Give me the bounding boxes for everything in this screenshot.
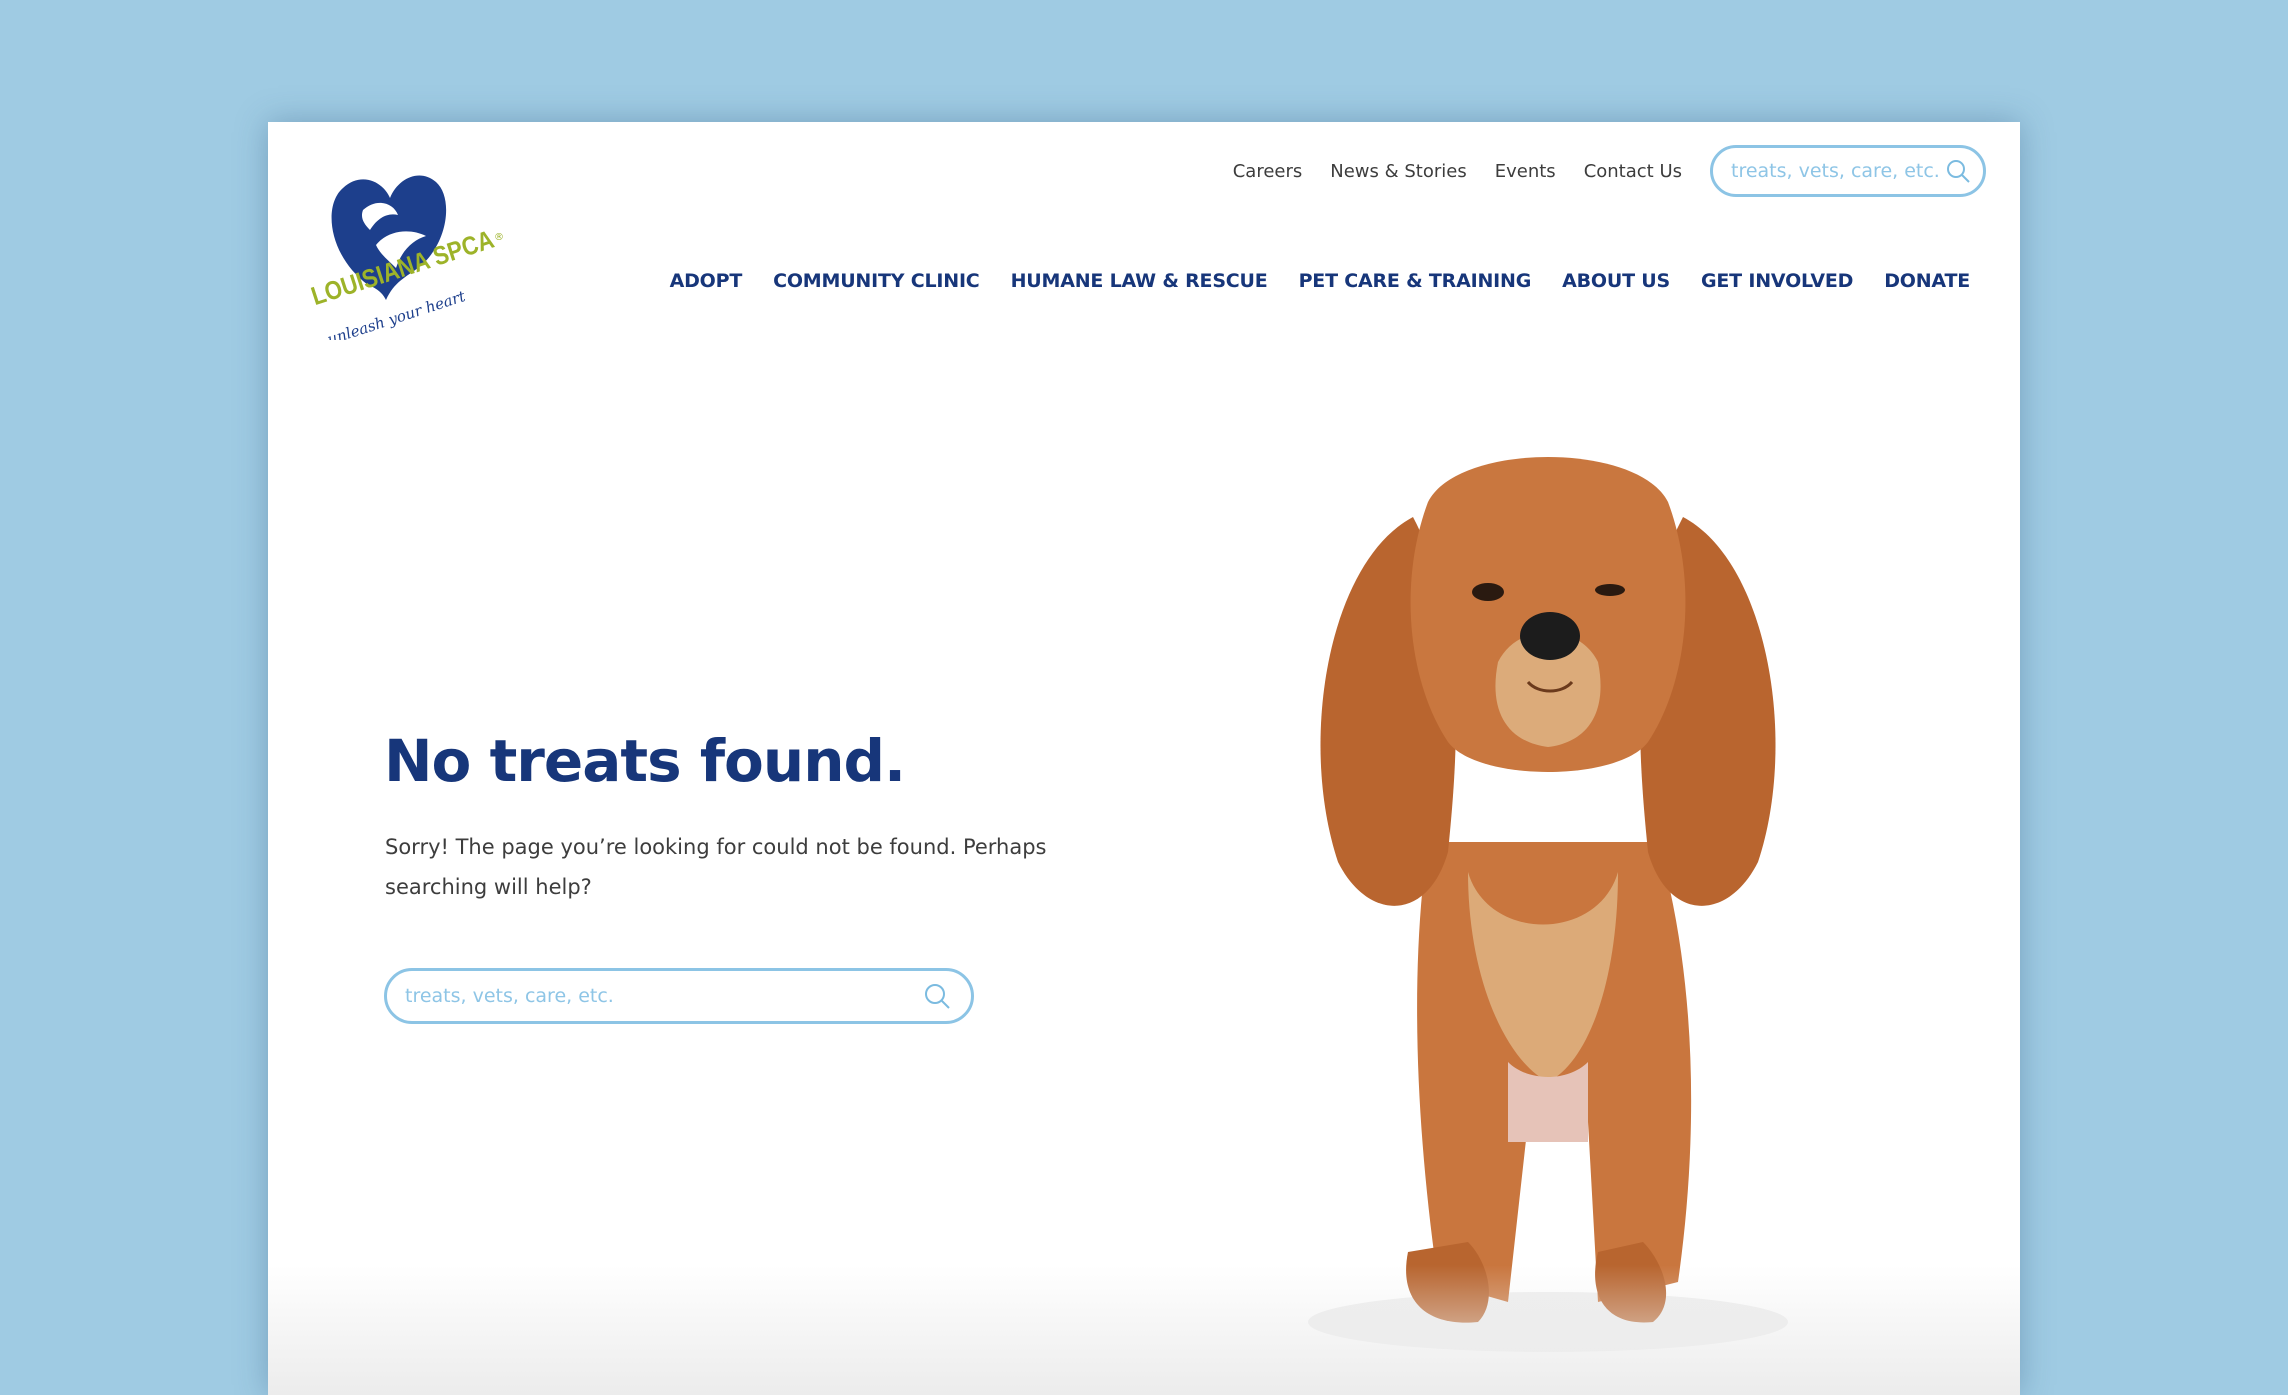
page-window: LOUISIANA SPCA ® unleash your heart Care… [268,122,2020,1395]
page-search-box[interactable] [384,968,974,1024]
nav-contact-us[interactable]: Contact Us [1584,161,1682,182]
nav-donate[interactable]: DONATE [1884,270,1970,292]
nav-community-clinic[interactable]: COMMUNITY CLINIC [773,270,980,292]
dog-nose [1520,612,1580,660]
logo-registered: ® [494,232,504,243]
nav-news-stories[interactable]: News & Stories [1330,161,1466,182]
header-search-input[interactable] [1729,159,1945,183]
nav-events[interactable]: Events [1495,161,1556,182]
puppy-image [1308,457,1788,1352]
nav-careers[interactable]: Careers [1233,161,1303,182]
header-search-box[interactable] [1710,145,1986,197]
nav-pet-care-training[interactable]: PET CARE & TRAINING [1299,270,1532,292]
louisiana-spca-logo[interactable]: LOUISIANA SPCA ® unleash your heart [298,150,508,340]
nav-humane-law-rescue[interactable]: HUMANE LAW & RESCUE [1011,270,1268,292]
error-message: Sorry! The page you’re looking for could… [385,835,1047,899]
nav-get-involved[interactable]: GET INVOLVED [1701,270,1853,292]
search-icon[interactable] [1945,158,1971,184]
search-icon[interactable] [923,982,951,1010]
dog-eye-right [1595,584,1625,596]
utility-nav: Careers News & Stories Events Contact Us [1233,145,1986,197]
nav-about-us[interactable]: ABOUT US [1562,270,1670,292]
dog-eye-left [1472,583,1504,601]
page-search-input[interactable] [403,984,923,1008]
nav-adopt[interactable]: ADOPT [670,270,743,292]
main-nav: ADOPT COMMUNITY CLINIC HUMANE LAW & RESC… [670,270,1971,292]
page-title: No treats found. [384,727,906,795]
